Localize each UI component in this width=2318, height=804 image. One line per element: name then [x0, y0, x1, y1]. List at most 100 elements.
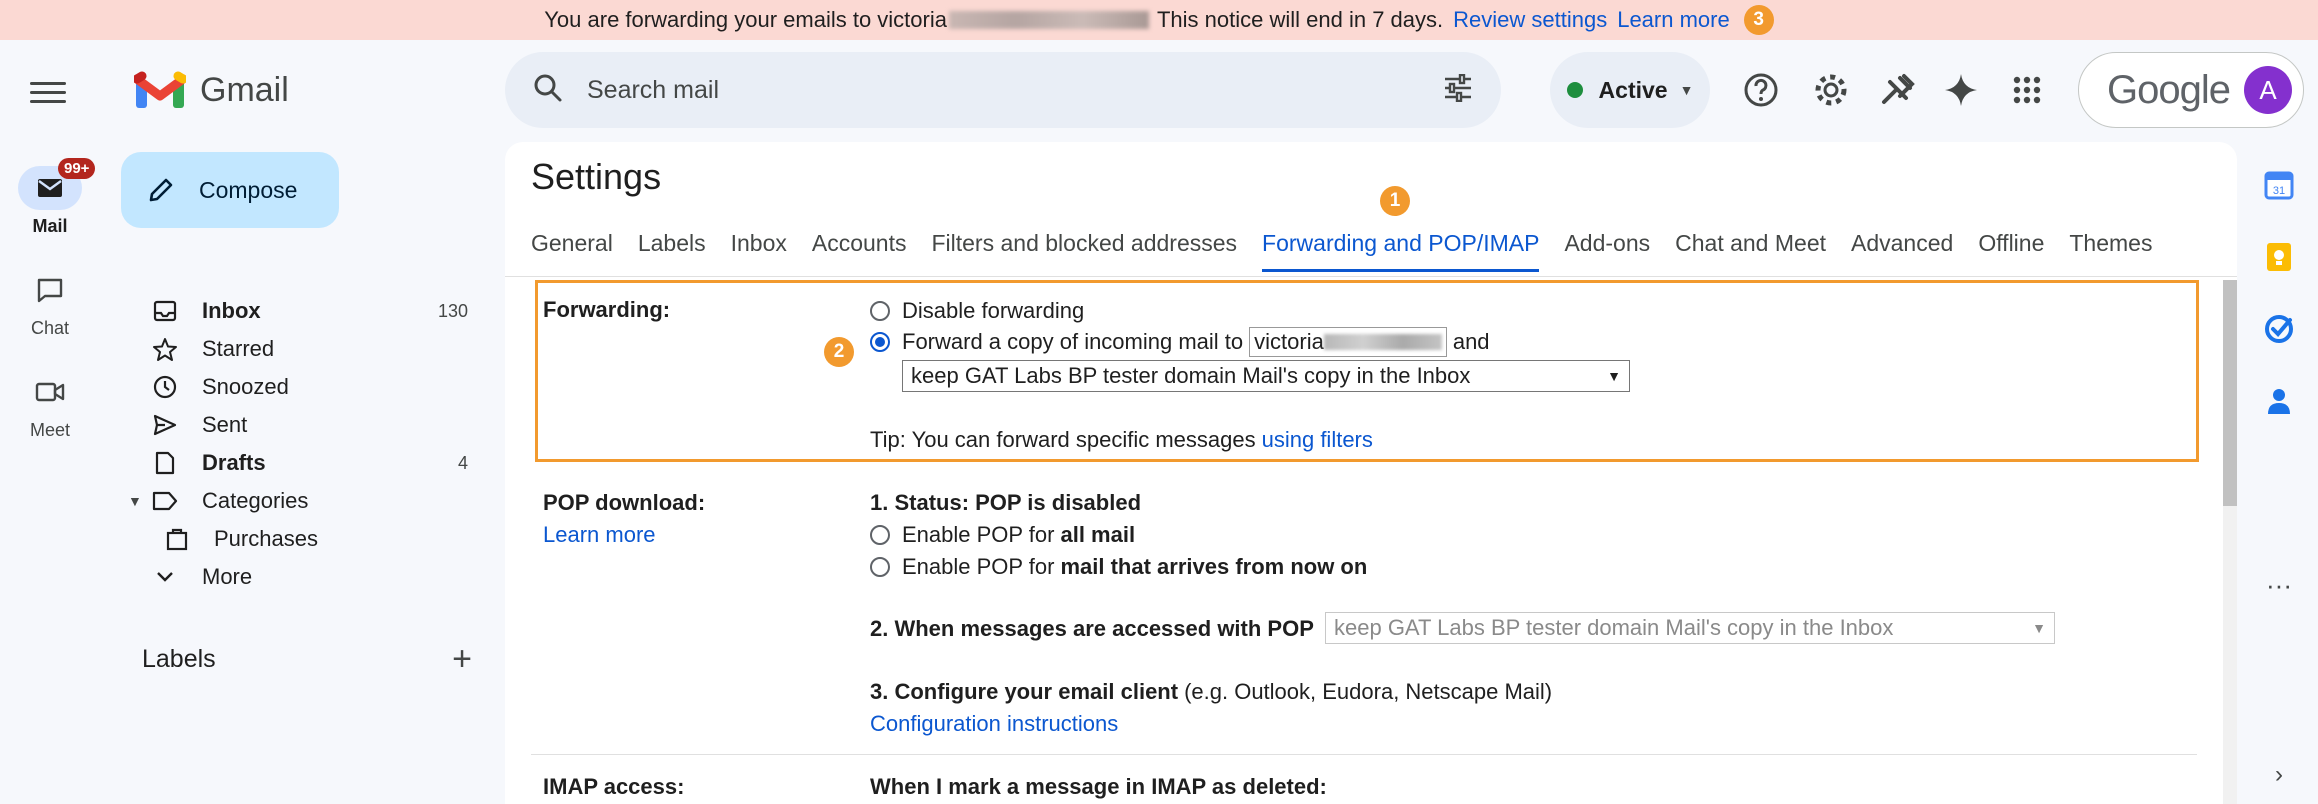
compose-button[interactable]: Compose — [121, 152, 339, 228]
section-divider — [531, 754, 2197, 755]
gemini-sparkle-icon[interactable] — [1941, 70, 1981, 110]
settings-gear-icon[interactable] — [1811, 70, 1851, 110]
nav-item-inbox[interactable]: Inbox 130 — [100, 292, 480, 330]
forwarding-tip-text: Tip: You can forward specific messages — [870, 427, 1256, 452]
imap-access-label: IMAP access: — [543, 774, 685, 799]
search-icon[interactable] — [533, 73, 563, 108]
extension-tools-icon[interactable] — [1878, 70, 1918, 110]
labels-section-header: Labels + — [142, 640, 472, 679]
label-tag-icon — [148, 491, 182, 511]
notice-text-after: This notice will end in 7 days. — [1156, 7, 1444, 32]
video-camera-icon — [35, 382, 65, 402]
using-filters-link[interactable]: using filters — [1262, 427, 1373, 453]
nav-label-inbox: Inbox — [202, 298, 261, 323]
forwarding-address-select[interactable]: victoria — [1249, 327, 1447, 357]
forwarding-tip: Tip: You can forward specific messages u… — [870, 427, 1373, 453]
add-label-plus-icon[interactable]: + — [452, 640, 472, 679]
tab-accounts[interactable]: Accounts — [812, 230, 907, 272]
shopping-bag-icon — [160, 527, 194, 551]
apps-grid-icon[interactable] — [2007, 70, 2047, 110]
forward-action-select[interactable]: keep GAT Labs BP tester domain Mail's co… — [902, 360, 1630, 392]
nav-label-purchases: Purchases — [214, 526, 318, 551]
caret-down-icon[interactable]: ▼ — [128, 493, 142, 509]
tab-inbox[interactable]: Inbox — [731, 230, 787, 272]
pencil-icon — [147, 176, 175, 204]
rail-item-mail[interactable]: 99+ Mail — [0, 158, 100, 237]
tab-forwarding-pop-imap[interactable]: Forwarding and POP/IMAP 1 — [1262, 186, 1540, 272]
rail-label-chat: Chat — [30, 318, 70, 338]
tab-advanced[interactable]: Advanced — [1851, 230, 1953, 272]
forward-copy-label: Forward a copy of incoming mail to — [902, 329, 1244, 354]
compose-label: Compose — [199, 176, 298, 203]
configure-client-examples: (e.g. Outlook, Eudora, Netscape Mail) — [1184, 679, 1553, 704]
nav-label-drafts: Drafts — [202, 450, 266, 475]
tab-filters[interactable]: Filters and blocked addresses — [931, 230, 1237, 272]
notice-learn-more-link[interactable]: Learn more — [1617, 7, 1730, 33]
nav-item-starred[interactable]: Starred — [100, 330, 480, 368]
nav-item-more[interactable]: More — [100, 558, 480, 596]
enable-pop-all-radio[interactable] — [870, 525, 890, 545]
forward-copy-radio[interactable] — [870, 332, 890, 352]
redacted-domain — [1323, 334, 1442, 350]
tab-general[interactable]: General — [531, 230, 613, 272]
search-input[interactable]: Search mail — [587, 76, 1443, 105]
tab-labels[interactable]: Labels — [638, 230, 706, 272]
rail-item-meet[interactable]: Meet — [0, 370, 100, 441]
google-account-button[interactable]: Google A — [2078, 52, 2304, 128]
forward-copy-option[interactable]: Forward a copy of incoming mail to victo… — [870, 327, 1490, 357]
enable-pop-new-prefix: Enable POP for — [902, 554, 1055, 579]
nav-item-drafts[interactable]: Drafts 4 — [100, 444, 480, 482]
mailbox-nav: Inbox 130 Starred Snoozed Sent Drafts 4 … — [100, 292, 480, 596]
expand-panel-chevron-icon[interactable]: › — [2264, 760, 2294, 790]
step-badge-1: 1 — [1380, 186, 1411, 216]
nav-item-purchases[interactable]: Purchases — [100, 520, 480, 558]
configuration-instructions-link[interactable]: Configuration instructions — [870, 711, 1118, 737]
nav-item-snoozed[interactable]: Snoozed — [100, 368, 480, 406]
enable-pop-new-radio[interactable] — [870, 557, 890, 577]
tasks-icon[interactable] — [2264, 314, 2294, 344]
rail-item-chat[interactable]: Chat — [0, 268, 100, 339]
tab-themes[interactable]: Themes — [2069, 230, 2152, 272]
tab-offline[interactable]: Offline — [1978, 230, 2044, 272]
nav-item-categories[interactable]: ▼ Categories — [100, 482, 480, 520]
select-chevron-icon: ▼ — [2032, 620, 2046, 636]
draft-file-icon — [148, 451, 182, 475]
configure-client-text: 3. Configure your email client (e.g. Out… — [870, 679, 1552, 705]
enable-pop-new-option[interactable]: Enable POP for mail that arrives from no… — [870, 554, 1367, 580]
calendar-icon[interactable]: 31 — [2264, 170, 2294, 200]
tab-add-ons[interactable]: Add-ons — [1564, 230, 1650, 272]
disable-forwarding-radio[interactable] — [870, 301, 890, 321]
gmail-logo[interactable]: Gmail — [134, 70, 289, 110]
clock-icon — [148, 375, 182, 399]
nav-item-sent[interactable]: Sent — [100, 406, 480, 444]
nav-label-categories: Categories — [202, 488, 309, 513]
more-options-icon[interactable]: ··· — [2264, 570, 2294, 600]
help-icon[interactable] — [1741, 70, 1781, 110]
tab-chat-and-meet[interactable]: Chat and Meet — [1675, 230, 1826, 272]
star-icon — [148, 337, 182, 361]
scrollbar-thumb[interactable] — [2223, 280, 2237, 506]
rail-label-meet: Meet — [29, 420, 71, 440]
search-options-tune-icon[interactable] — [1443, 73, 1473, 107]
status-dropdown[interactable]: Active ▼ — [1550, 52, 1710, 128]
contacts-icon[interactable] — [2264, 386, 2294, 416]
keep-icon[interactable] — [2264, 242, 2294, 272]
status-label: Active — [1598, 76, 1668, 103]
main-menu-icon[interactable] — [30, 76, 66, 109]
sidebar: Gmail Compose Inbox 130 Starred Snoozed … — [100, 40, 500, 804]
forwarding-notice-banner: You are forwarding your emails to victor… — [0, 0, 2318, 40]
select-chevron-icon: ▼ — [1607, 368, 1621, 384]
enable-pop-all-option[interactable]: Enable POP for all mail — [870, 522, 1135, 548]
nav-label-sent: Sent — [202, 412, 248, 437]
page-title: Settings — [531, 156, 662, 197]
step-badge-3: 3 — [1743, 5, 1774, 35]
inbox-icon — [148, 300, 182, 322]
review-settings-link[interactable]: Review settings — [1453, 7, 1607, 33]
gmail-wordmark: Gmail — [200, 70, 289, 109]
inbox-count: 130 — [437, 300, 468, 321]
search-bar[interactable]: Search mail — [505, 52, 1501, 128]
pop-learn-more-link[interactable]: Learn more — [543, 522, 656, 548]
disable-forwarding-option[interactable]: Disable forwarding — [870, 298, 1084, 324]
notice-text-before: You are forwarding your emails to victor… — [544, 7, 947, 32]
settings-scrollbar[interactable] — [2223, 280, 2237, 804]
